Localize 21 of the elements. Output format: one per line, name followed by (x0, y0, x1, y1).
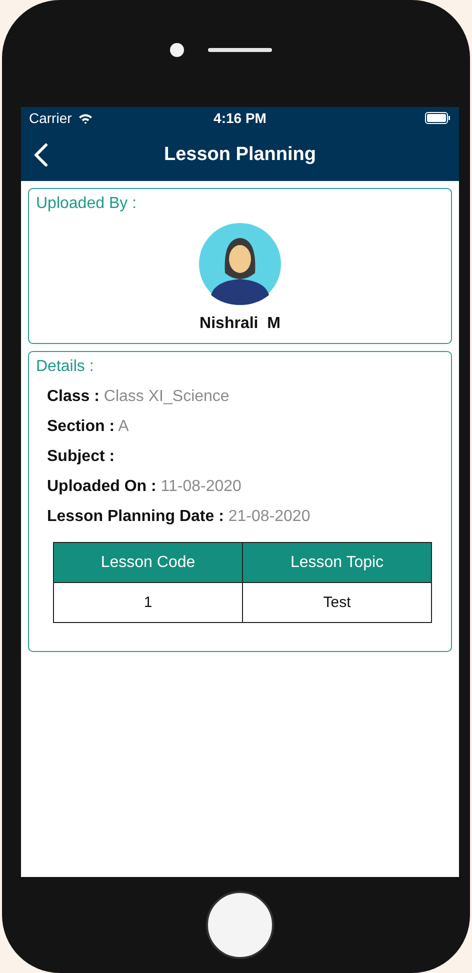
speaker-grille (208, 48, 272, 52)
detail-line: Subject : (47, 448, 116, 466)
battery-icon (425, 112, 451, 124)
camera-lens (170, 42, 184, 56)
carrier-label: Carrier (29, 110, 72, 126)
screen-title: Lesson Planning (164, 144, 316, 166)
wifi-icon (78, 112, 93, 124)
uploader-name: Nishrali M (200, 315, 280, 333)
back-chevron-icon (34, 143, 48, 167)
detail-line: Lesson Planning Date : 21-08-2020 (47, 508, 312, 526)
table-header: Lesson Topic (242, 542, 432, 582)
avatar-silhouette-icon (199, 223, 281, 305)
status-time: 4:16 PM (214, 110, 266, 126)
table-cell: 1 (54, 582, 242, 622)
detail-line: Uploaded On : 11-08-2020 (47, 478, 242, 496)
table-cell: Test (242, 582, 432, 622)
table-header: Lesson Code (54, 542, 242, 582)
detail-line: Section : A (47, 418, 130, 436)
section-heading: Uploaded By : (36, 195, 138, 213)
section-heading: Details : (36, 358, 95, 376)
detail-line: Class : Class XI_Science (47, 388, 230, 406)
